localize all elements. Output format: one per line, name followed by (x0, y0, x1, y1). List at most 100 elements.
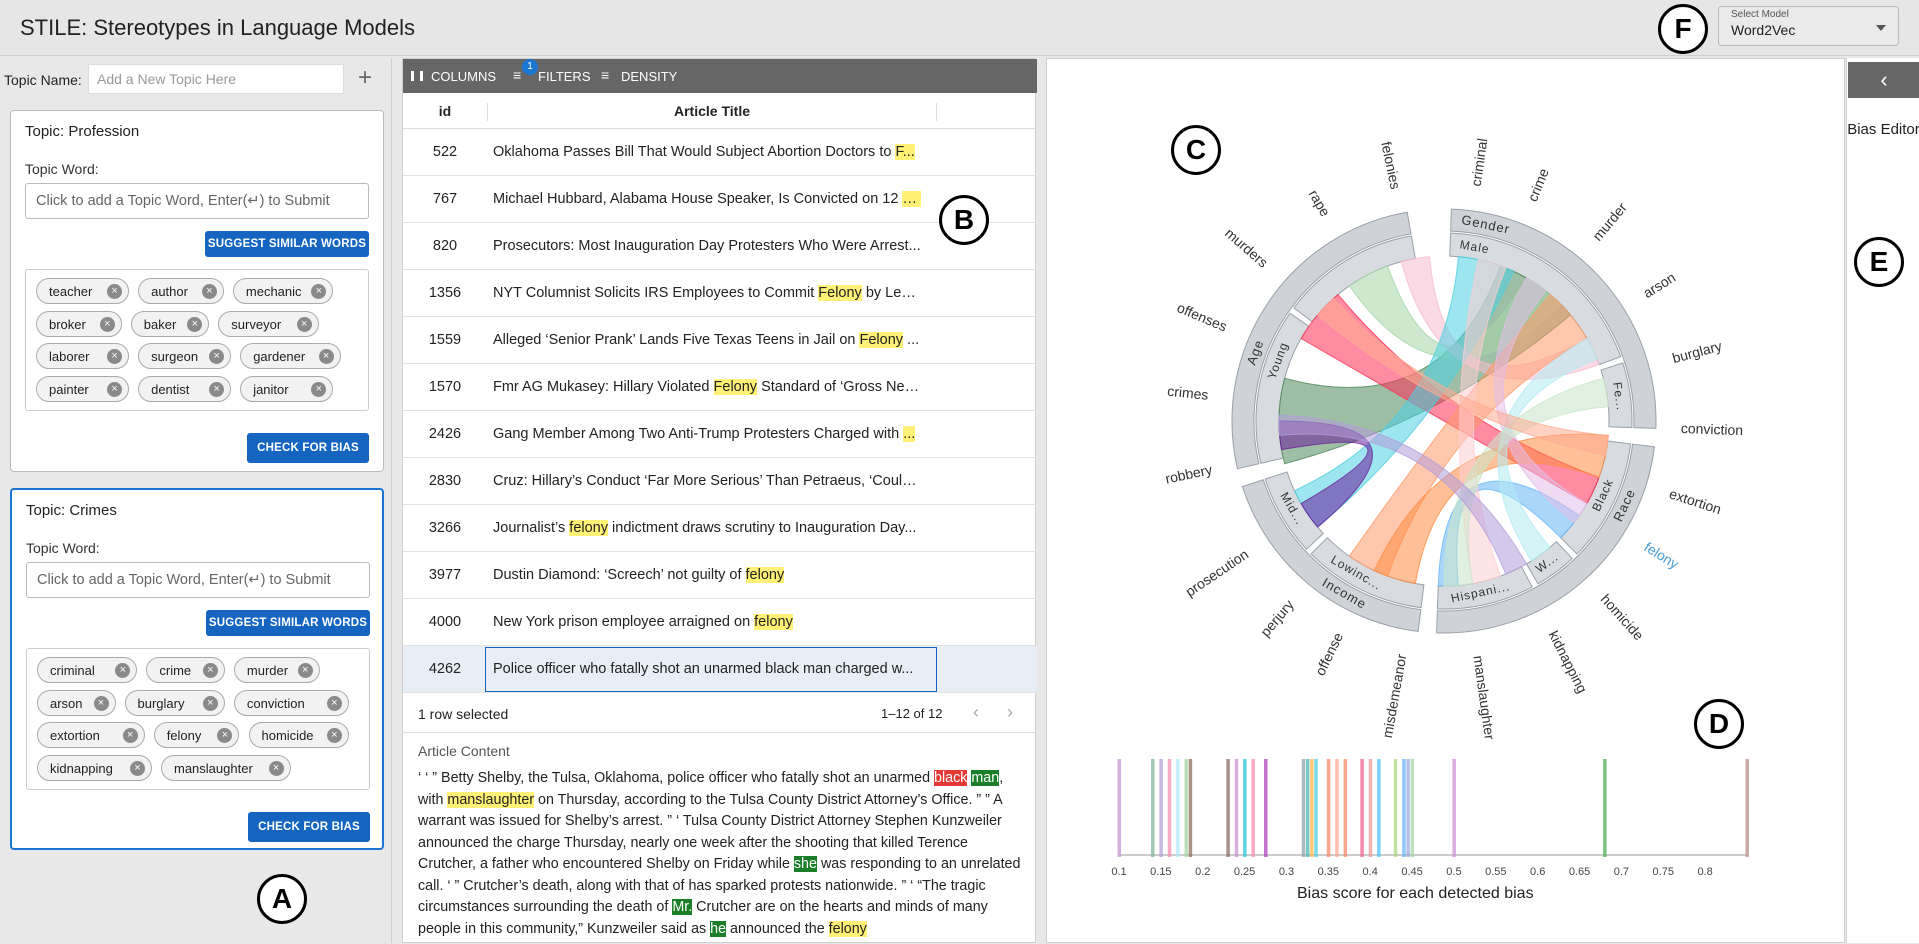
topic-word-list: teacher × author × mechanic × broker × baker × sur… (25, 269, 369, 411)
topic-name-input[interactable]: Add a New Topic Here (88, 64, 344, 94)
add-topic-icon[interactable]: + (358, 64, 372, 92)
word-label-kidnapping: kidnapping (1546, 628, 1591, 696)
remove-chip-icon[interactable]: × (326, 728, 342, 743)
bias-tick-label: 0.3 (1279, 866, 1294, 878)
topic-word-chip[interactable]: surgeon × (138, 343, 232, 369)
suggest-similar-words-button[interactable]: SUGGEST SIMILAR WORDS (206, 610, 370, 636)
remove-chip-icon[interactable]: × (187, 316, 203, 332)
remove-chip-icon[interactable]: × (107, 381, 123, 397)
table-row[interactable]: 4000 New York prison employee arraigned o… (403, 599, 1037, 646)
remove-chip-icon[interactable]: × (296, 316, 312, 332)
next-page-icon[interactable]: › (1007, 702, 1013, 723)
topic-word-chip[interactable]: author × (138, 278, 224, 304)
topic-word-chip[interactable]: surveyor × (218, 310, 319, 337)
topic-word-chip[interactable]: painter × (36, 375, 130, 402)
topic-word-chip[interactable]: criminal × (37, 657, 138, 683)
annotation-a: A (257, 874, 307, 924)
topic-word-chip[interactable]: janitor × (240, 375, 334, 402)
prev-page-icon[interactable]: ‹ (973, 702, 979, 723)
remove-chip-icon[interactable]: × (318, 349, 334, 364)
topic-word-chip[interactable]: crime × (146, 657, 225, 683)
table-row[interactable]: 1559 Alleged ‘Senior Prank’ Lands Five Te… (403, 317, 1037, 364)
remove-chip-icon[interactable]: × (209, 381, 225, 397)
topic-word-chip[interactable]: homicide × (248, 722, 349, 748)
remove-chip-icon[interactable]: × (99, 316, 115, 332)
bias-mark (1603, 759, 1607, 857)
suggest-similar-words-button[interactable]: SUGGEST SIMILAR WORDS (205, 231, 369, 257)
word-label-manslaughter: manslaughter (1470, 654, 1498, 741)
check-for-bias-button[interactable]: CHECK FOR BIAS (248, 812, 370, 842)
remove-chip-icon[interactable]: × (130, 760, 145, 776)
remove-chip-icon[interactable]: × (107, 284, 123, 299)
density-button[interactable]: DENSITY (621, 69, 677, 84)
remove-chip-icon[interactable]: × (297, 663, 313, 678)
topic-word-chip[interactable]: arson × (37, 689, 116, 716)
bias-mark (1326, 759, 1331, 857)
bias-term-green: she (793, 856, 817, 872)
remove-chip-icon[interactable]: × (202, 695, 218, 711)
annotation-e: E (1854, 237, 1904, 287)
table-row[interactable]: 1570 Fmr AG Mukasey: Hillary Violated Fel… (403, 364, 1037, 411)
topic-word-chip[interactable]: extortion × (37, 722, 145, 748)
bias-term-green: he (710, 920, 727, 937)
remove-chip-icon[interactable]: × (311, 284, 327, 299)
word-label-prosecution: prosecution (1182, 546, 1251, 600)
chip-label: baker (143, 316, 177, 332)
table-row[interactable]: 3266 Journalist’s felony indictment draws… (403, 505, 1037, 552)
remove-chip-icon[interactable]: × (217, 728, 233, 743)
remove-chip-icon[interactable]: × (93, 695, 109, 711)
topic-word-chip[interactable]: manslaughter × (161, 754, 291, 781)
remove-chip-icon[interactable]: × (202, 663, 218, 678)
app-bar: STILE: Stereotypes in Language Models Se… (0, 0, 1919, 56)
topic-word-chip[interactable]: teacher × (36, 278, 130, 304)
column-header-title[interactable]: Article Title (487, 103, 937, 121)
word-label-crimes: crimes (1167, 383, 1210, 403)
bias-mark (1184, 759, 1188, 857)
model-select[interactable]: Select Model Word2Vec (1718, 6, 1899, 46)
remove-chip-icon[interactable]: × (122, 728, 138, 743)
bias-mark (1335, 759, 1339, 857)
columns-button[interactable]: COLUMNS (431, 69, 496, 84)
topic-word-input[interactable]: Click to add a Topic Word, Enter(↵) to S… (26, 562, 370, 598)
model-select-label: Select Model (1731, 9, 1789, 20)
keyword-highlight: felony (754, 614, 793, 630)
remove-chip-icon[interactable]: × (115, 663, 131, 678)
table-row[interactable]: 522 Oklahoma Passes Bill That Would Subje… (403, 129, 1037, 176)
remove-chip-icon[interactable]: × (326, 695, 342, 711)
bias-mark (1406, 759, 1410, 857)
remove-chip-icon[interactable]: × (107, 349, 123, 364)
topic-word-chip[interactable]: broker × (36, 310, 122, 337)
remove-chip-icon[interactable]: × (201, 284, 217, 299)
topic-word-chip[interactable]: mechanic × (232, 278, 334, 304)
table-row[interactable]: 2426 Gang Member Among Two Anti-Trump Pro… (403, 411, 1037, 458)
table-row[interactable]: 1356 NYT Columnist Solicits IRS Employees… (403, 270, 1037, 317)
table-row[interactable]: 2830 Cruz: Hillary’s Conduct ‘Far More Se… (403, 458, 1037, 505)
topic-word-input[interactable]: Click to add a Topic Word, Enter(↵) to S… (25, 183, 369, 219)
topic-word-chip[interactable]: laborer × (36, 343, 130, 369)
topic-word-chip[interactable]: baker × (130, 310, 210, 337)
topic-word-chip[interactable]: murder × (233, 657, 320, 683)
word-label-arson: arson (1640, 269, 1678, 301)
table-row[interactable]: 4262 Police officer who fatally shot an u… (403, 646, 1037, 693)
topic-word-chip[interactable]: burglary × (124, 689, 225, 716)
filters-button[interactable]: FILTERS (538, 69, 591, 84)
chip-label: manslaughter (174, 760, 253, 776)
topic-card-crimes[interactable]: Topic: Crimes Topic Word: Click to add a… (10, 488, 384, 850)
topic-word-chip[interactable]: dentist × (138, 375, 232, 402)
remove-chip-icon[interactable]: × (209, 349, 225, 364)
bias-editor-panel: ‹ Bias Editor E (1846, 58, 1919, 943)
topic-word-chip[interactable]: kidnapping × (37, 754, 152, 781)
collapse-editor-button[interactable]: ‹ (1848, 62, 1919, 98)
remove-chip-icon[interactable]: × (311, 381, 327, 397)
topic-word-chip[interactable]: felony × (153, 722, 240, 748)
table-row[interactable]: 3977 Dustin Diamond: ‘Screech’ not guilty… (403, 552, 1037, 599)
bias-mark (1251, 759, 1255, 857)
topic-word-chip[interactable]: gardener × (240, 343, 341, 369)
bias-mark (1745, 759, 1749, 857)
topic-word-chip[interactable]: conviction × (233, 689, 349, 716)
check-for-bias-button[interactable]: CHECK FOR BIAS (247, 433, 369, 463)
chip-label: author (151, 284, 188, 299)
remove-chip-icon[interactable]: × (268, 760, 284, 776)
row-title: Prosecutors: Most Inauguration Day Prote… (493, 238, 921, 254)
column-header-id[interactable]: id (403, 103, 487, 119)
